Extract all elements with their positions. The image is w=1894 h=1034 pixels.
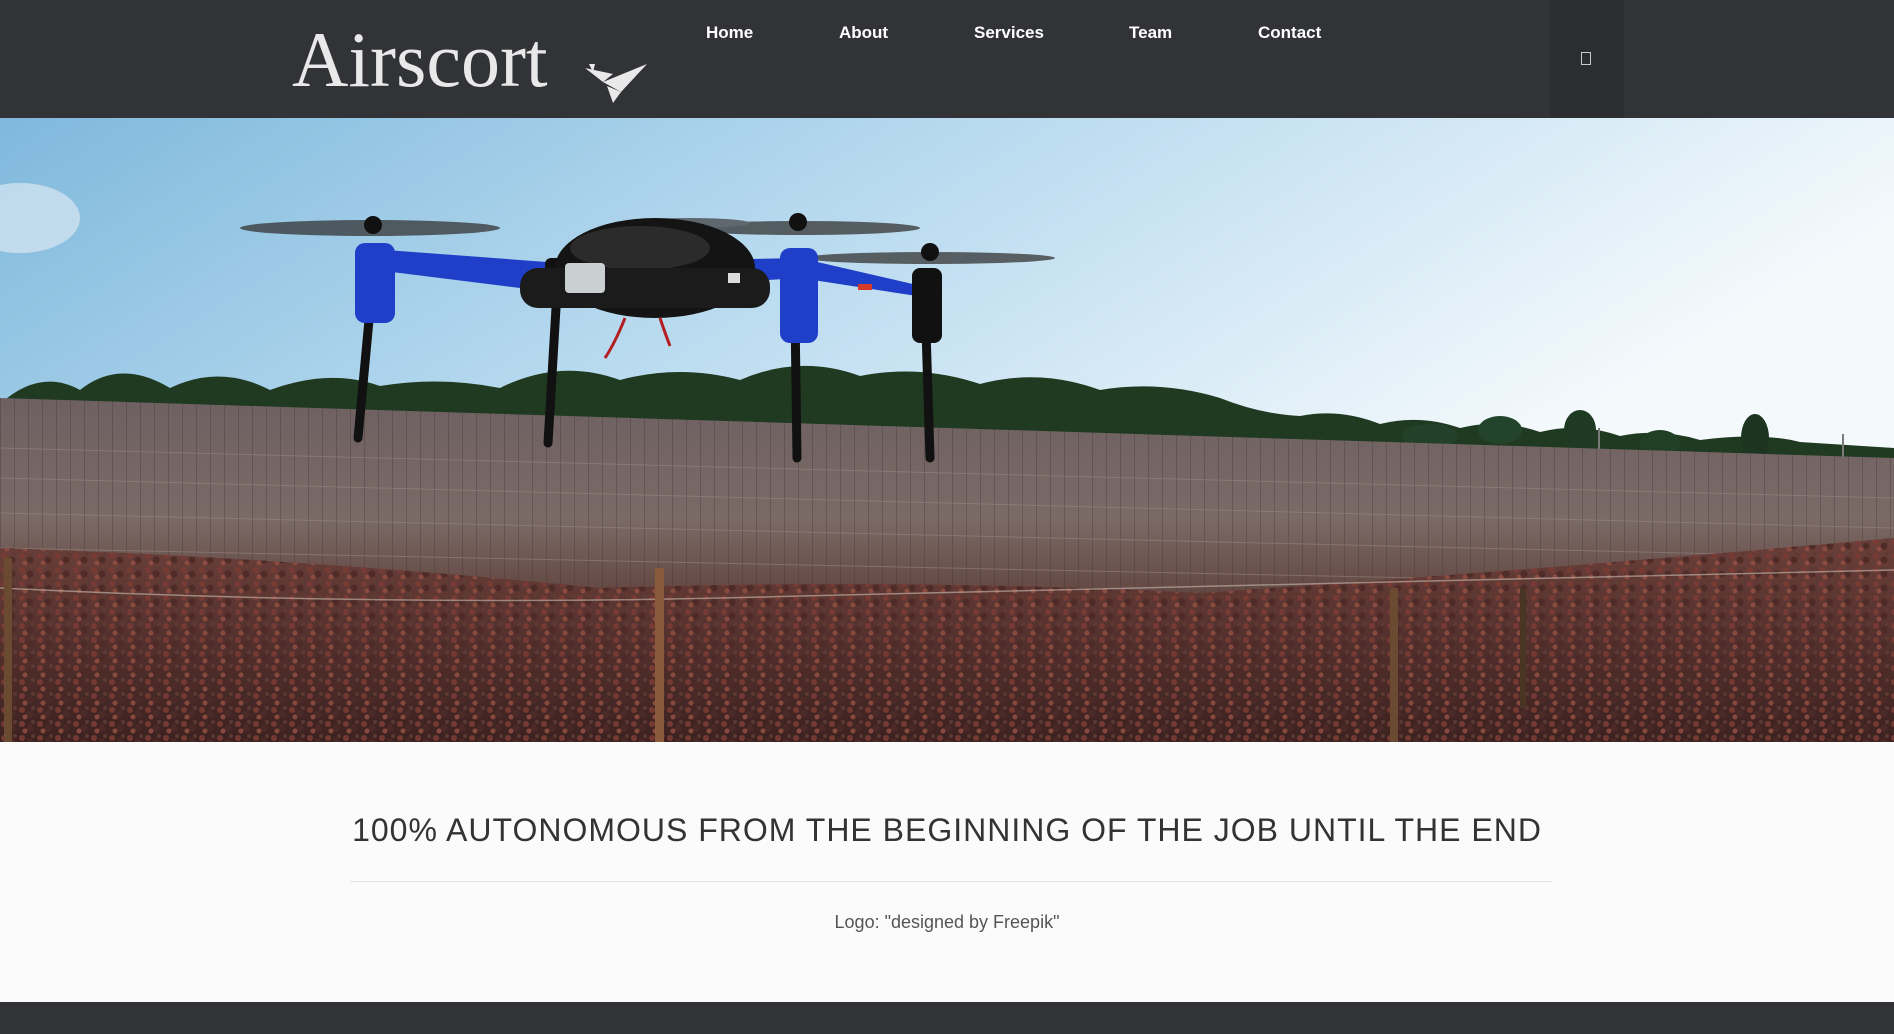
hero-image: [0, 118, 1894, 742]
paper-plane-bird-icon: [585, 64, 647, 103]
hero-photo-drone-vineyard: [0, 118, 1894, 742]
main-content: 100% AUTONOMOUS FROM THE BEGINNING OF TH…: [0, 742, 1894, 1002]
nav-home[interactable]: Home: [706, 23, 753, 43]
nav-services[interactable]: Services: [974, 23, 1044, 43]
section-divider: [350, 881, 1552, 882]
nav-about[interactable]: About: [839, 23, 888, 43]
logo-credit: Logo: "designed by Freepik": [834, 912, 1060, 932]
brand-name: Airscort: [292, 16, 548, 103]
site-header: Airscort Home About Services Team Contac…: [0, 0, 1894, 118]
site-footer: [0, 1002, 1894, 1034]
page-icon: [1581, 52, 1591, 65]
header-toggle-button[interactable]: [1550, 0, 1624, 118]
page-headline: 100% AUTONOMOUS FROM THE BEGINNING OF TH…: [352, 812, 1542, 848]
nav-contact[interactable]: Contact: [1258, 23, 1321, 43]
brand-logo[interactable]: Airscort: [292, 18, 654, 108]
nav-team[interactable]: Team: [1129, 23, 1172, 43]
